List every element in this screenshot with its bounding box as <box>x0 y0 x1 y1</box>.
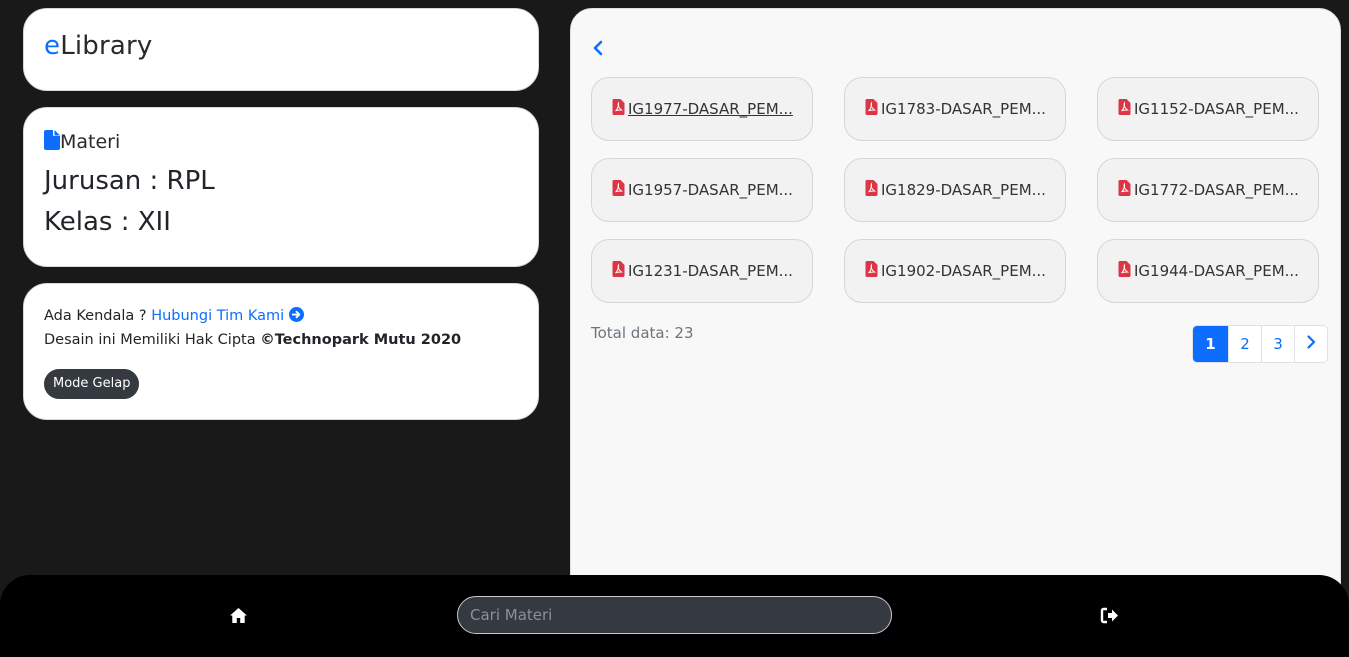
file-name[interactable]: IG1152-DASAR_PEM... <box>1134 100 1299 118</box>
page-1-button[interactable]: 1 <box>1193 326 1228 362</box>
kelas-label: Kelas : XII <box>44 207 171 237</box>
file-item[interactable]: IG1957-DASAR_PEM... <box>591 158 813 222</box>
file-item[interactable]: IG1829-DASAR_PEM... <box>844 158 1066 222</box>
next-page-button[interactable] <box>1294 326 1327 362</box>
file-pdf-icon <box>865 99 878 119</box>
file-pdf-icon <box>1118 180 1131 200</box>
file-item[interactable]: IG1944-DASAR_PEM... <box>1097 239 1319 303</box>
file-pdf-icon <box>865 261 878 281</box>
bottom-nav-bar <box>0 575 1349 657</box>
brand-card: eLibrary <box>23 8 539 91</box>
file-item[interactable]: IG1783-DASAR_PEM... <box>844 77 1066 141</box>
file-name[interactable]: IG1783-DASAR_PEM... <box>881 100 1046 118</box>
file-icon <box>44 130 60 154</box>
file-pdf-icon <box>1118 261 1131 281</box>
file-name[interactable]: IG1772-DASAR_PEM... <box>1134 181 1299 199</box>
materials-panel: IG1977-DASAR_PEM... IG1783-DASAR_PEM... … <box>570 8 1341 608</box>
chevron-left-icon[interactable] <box>591 37 605 59</box>
info-card: Materi Jurusan : RPL Kelas : XII <box>23 107 539 267</box>
home-icon[interactable] <box>229 607 248 624</box>
search-input[interactable] <box>457 596 892 634</box>
file-item[interactable]: IG1977-DASAR_PEM... <box>591 77 813 141</box>
file-name[interactable]: IG1957-DASAR_PEM... <box>628 181 793 199</box>
file-item[interactable]: IG1902-DASAR_PEM... <box>844 239 1066 303</box>
file-pdf-icon <box>865 180 878 200</box>
file-pdf-icon <box>612 180 625 200</box>
file-item[interactable]: IG1772-DASAR_PEM... <box>1097 158 1319 222</box>
pagination: 1 2 3 <box>1192 325 1328 363</box>
materi-heading: Materi <box>44 130 120 154</box>
arrow-circle-right-icon[interactable] <box>288 307 304 324</box>
file-name[interactable]: IG1829-DASAR_PEM... <box>881 181 1046 199</box>
file-pdf-icon <box>612 99 625 119</box>
file-name[interactable]: IG1944-DASAR_PEM... <box>1134 262 1299 280</box>
copyright-line: Desain ini Memiliki Hak Cipta ©Technopar… <box>44 332 462 348</box>
file-pdf-icon <box>612 261 625 281</box>
jurusan-label: Jurusan : RPL <box>44 166 215 196</box>
file-name[interactable]: IG1902-DASAR_PEM... <box>881 262 1046 280</box>
file-item[interactable]: IG1152-DASAR_PEM... <box>1097 77 1319 141</box>
total-count: Total data: 23 <box>591 324 694 342</box>
materi-label: Materi <box>60 131 121 153</box>
file-name[interactable]: IG1977-DASAR_PEM... <box>628 100 793 118</box>
help-line: Ada Kendala ? Hubungi Tim Kami <box>44 307 304 324</box>
page-3-button[interactable]: 3 <box>1261 326 1294 362</box>
file-name[interactable]: IG1231-DASAR_PEM... <box>628 262 793 280</box>
contact-link[interactable]: Hubungi Tim Kami <box>151 308 284 324</box>
file-pdf-icon <box>1118 99 1131 119</box>
sign-out-icon[interactable] <box>1100 607 1119 624</box>
dark-mode-button[interactable]: Mode Gelap <box>44 369 140 399</box>
file-item[interactable]: IG1231-DASAR_PEM... <box>591 239 813 303</box>
page-2-button[interactable]: 2 <box>1228 326 1261 362</box>
footer-card: Ada Kendala ? Hubungi Tim Kami Desain in… <box>23 283 539 420</box>
app-title: eLibrary <box>44 31 153 61</box>
chevron-right-icon <box>1306 334 1316 354</box>
